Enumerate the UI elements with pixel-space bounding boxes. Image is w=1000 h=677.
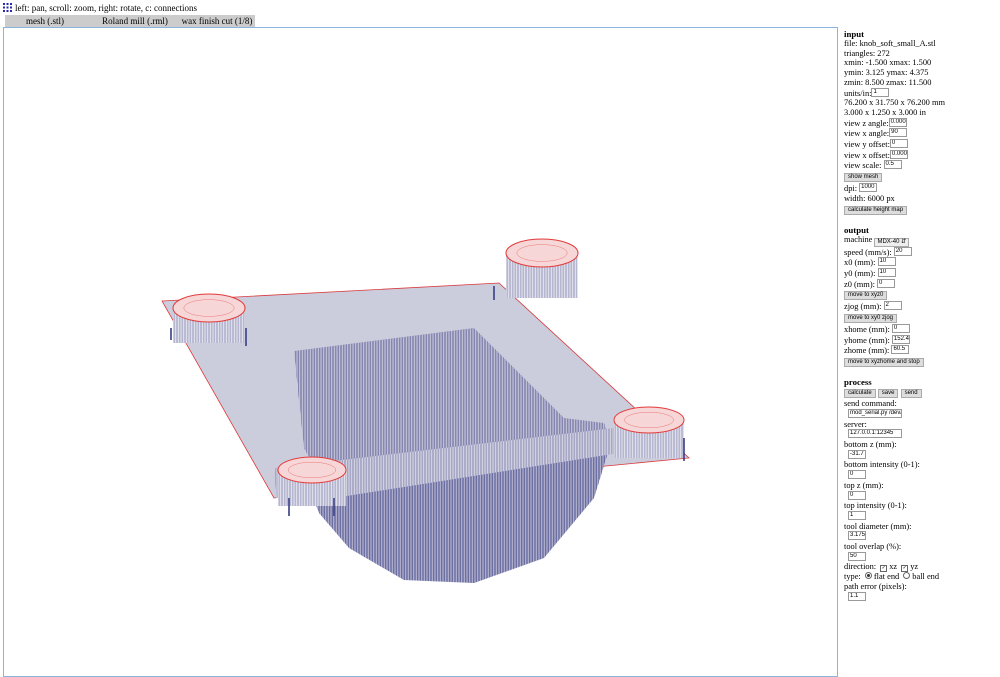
tool-diameter-label: tool diameter (mm): [844,521,912,531]
width-px: width: 6000 px [844,193,895,203]
move-to-xy0-zjog-button[interactable]: move to xy0 zjog [844,314,898,324]
top-z-label: top z (mm): [844,480,884,490]
y0-label: y0 (mm): [844,268,876,278]
machine-value: MDX-40 [877,238,900,245]
type-label: type: [844,572,861,582]
save-button[interactable]: save [877,389,899,399]
tab-roland-mill[interactable]: Roland mill (.rml) [93,15,177,27]
dpi-label: dpi: [844,184,858,194]
path-error-input[interactable]: 1.1 [848,591,866,601]
calculate-height-map-button[interactable]: calculate height map [844,205,908,215]
top-z-input[interactable]: 0 [848,490,866,500]
bottom-z-input[interactable]: -31.7 [848,449,866,459]
help-text: left: pan, scroll: zoom, right: rotate, … [15,3,197,13]
direction-yz-checkbox[interactable]: ✓ [901,565,909,573]
chevron-updown-icon: ⇵ [901,238,907,245]
view-z-angle-input[interactable]: 0.000 [888,117,907,127]
move-to-xyzhome-button[interactable]: move to xyzhome and stop [844,358,924,368]
view-y-offset-input[interactable]: 0 [889,139,908,149]
bottom-intensity-input[interactable]: 0 [848,470,866,480]
top-intensity-input[interactable]: 1 [848,510,866,520]
size-in: 3.000 x 1.250 x 3.000 in [844,107,926,117]
units-input[interactable]: 1 [871,87,890,97]
send-command-label: send command: [844,399,897,409]
server-label: server: [844,419,867,429]
bottom-z-label: bottom z (mm): [844,439,897,449]
xhome-label: xhome (mm): [844,325,890,335]
z-range: zmin: 8.500 zmax: 11.500 [844,77,932,87]
y0-input[interactable]: 10 [877,267,896,277]
zhome-input[interactable]: 60.5 [891,345,910,355]
direction-yz-label: yz [910,562,919,572]
flat-end-label: flat end [873,572,900,582]
zhome-label: zhome (mm): [844,346,890,356]
view-x-angle-label: view x angle: [844,129,890,139]
zjog-input[interactable]: 2 [883,301,902,311]
view-z-angle-label: view z angle: [844,118,889,128]
view-y-offset-label: view y offset: [844,140,890,150]
zjog-label: zjog (mm): [844,302,882,312]
send-command-input[interactable]: mod_serial.py /dev/ [848,408,902,418]
server-input[interactable]: 127.0.0.1:12345 [848,429,902,439]
toolpath-render[interactable] [4,28,838,677]
speed-label: speed (mm/s): [844,247,892,257]
x0-label: x0 (mm): [844,258,876,268]
units-label: units/in: [844,88,872,98]
input-heading: input [844,29,865,39]
flat-end-radio[interactable] [864,572,872,580]
calculate-button[interactable]: calculate [844,389,876,399]
send-button[interactable]: send [900,389,922,399]
direction-label: direction: [844,562,877,572]
yhome-label: yhome (mm): [844,335,890,345]
triangle-count: triangles: 272 [844,48,890,58]
tab-mesh[interactable]: mesh (.stl) [5,15,85,27]
view-scale-input[interactable]: 0.5 [883,160,902,170]
help-bar: left: pan, scroll: zoom, right: rotate, … [3,2,197,14]
output-heading: output [844,224,869,235]
tool-diameter-input[interactable]: 3.175 [848,531,866,541]
tool-overlap-input[interactable]: 50 [848,551,866,561]
view-scale-label: view scale: [844,161,882,171]
direction-xz-checkbox[interactable]: ✓ [880,565,888,573]
bottom-intensity-label: bottom intensity (0-1): [844,460,920,470]
control-panel: input file: knob_soft_small_A.stl triang… [844,29,998,603]
direction-xz-label: xz [889,562,898,572]
view-x-angle-input[interactable]: 90 [889,128,908,138]
toolpath-viewport[interactable] [3,27,838,677]
move-to-xyz0-button[interactable]: move to xyz0 [844,291,888,301]
x0-input[interactable]: 10 [877,257,896,267]
top-intensity-label: top intensity (0-1): [844,501,907,511]
z0-label: z0 (mm): [844,279,875,289]
show-mesh-button[interactable]: show mesh [844,173,883,183]
path-error-label: path error (pixels): [844,582,907,592]
ball-end-label: ball end [912,572,940,582]
view-x-offset-input[interactable]: 0.000 [889,149,908,159]
speed-input[interactable]: 20 [893,246,912,256]
tab-wax-finish-cut[interactable]: wax finish cut (1/8) [179,15,255,27]
ball-end-radio[interactable] [903,572,911,580]
xhome-input[interactable]: 0 [891,324,910,334]
view-x-offset-label: view x offset: [844,150,890,160]
file-name: file: knob_soft_small_A.stl [844,39,936,48]
machine-label: machine [844,234,873,244]
machine-select[interactable]: MDX-40 ⇵ [874,237,910,247]
module-tabs: mesh (.stl) Roland mill (.rml) wax finis… [5,15,255,27]
z0-input[interactable]: 0 [877,278,896,288]
dpi-input[interactable]: 1000 [859,183,878,193]
yhome-input[interactable]: 152.4 [891,334,910,344]
tool-overlap-label: tool overlap (%): [844,542,902,552]
process-heading: process [844,377,872,388]
y-range: ymin: 3.125 ymax: 4.375 [844,68,929,78]
size-mm: 76.200 x 31.750 x 76.200 mm [844,98,945,108]
x-range: xmin: -1.500 xmax: 1.500 [844,58,932,68]
apps-grid-icon[interactable] [3,3,12,12]
